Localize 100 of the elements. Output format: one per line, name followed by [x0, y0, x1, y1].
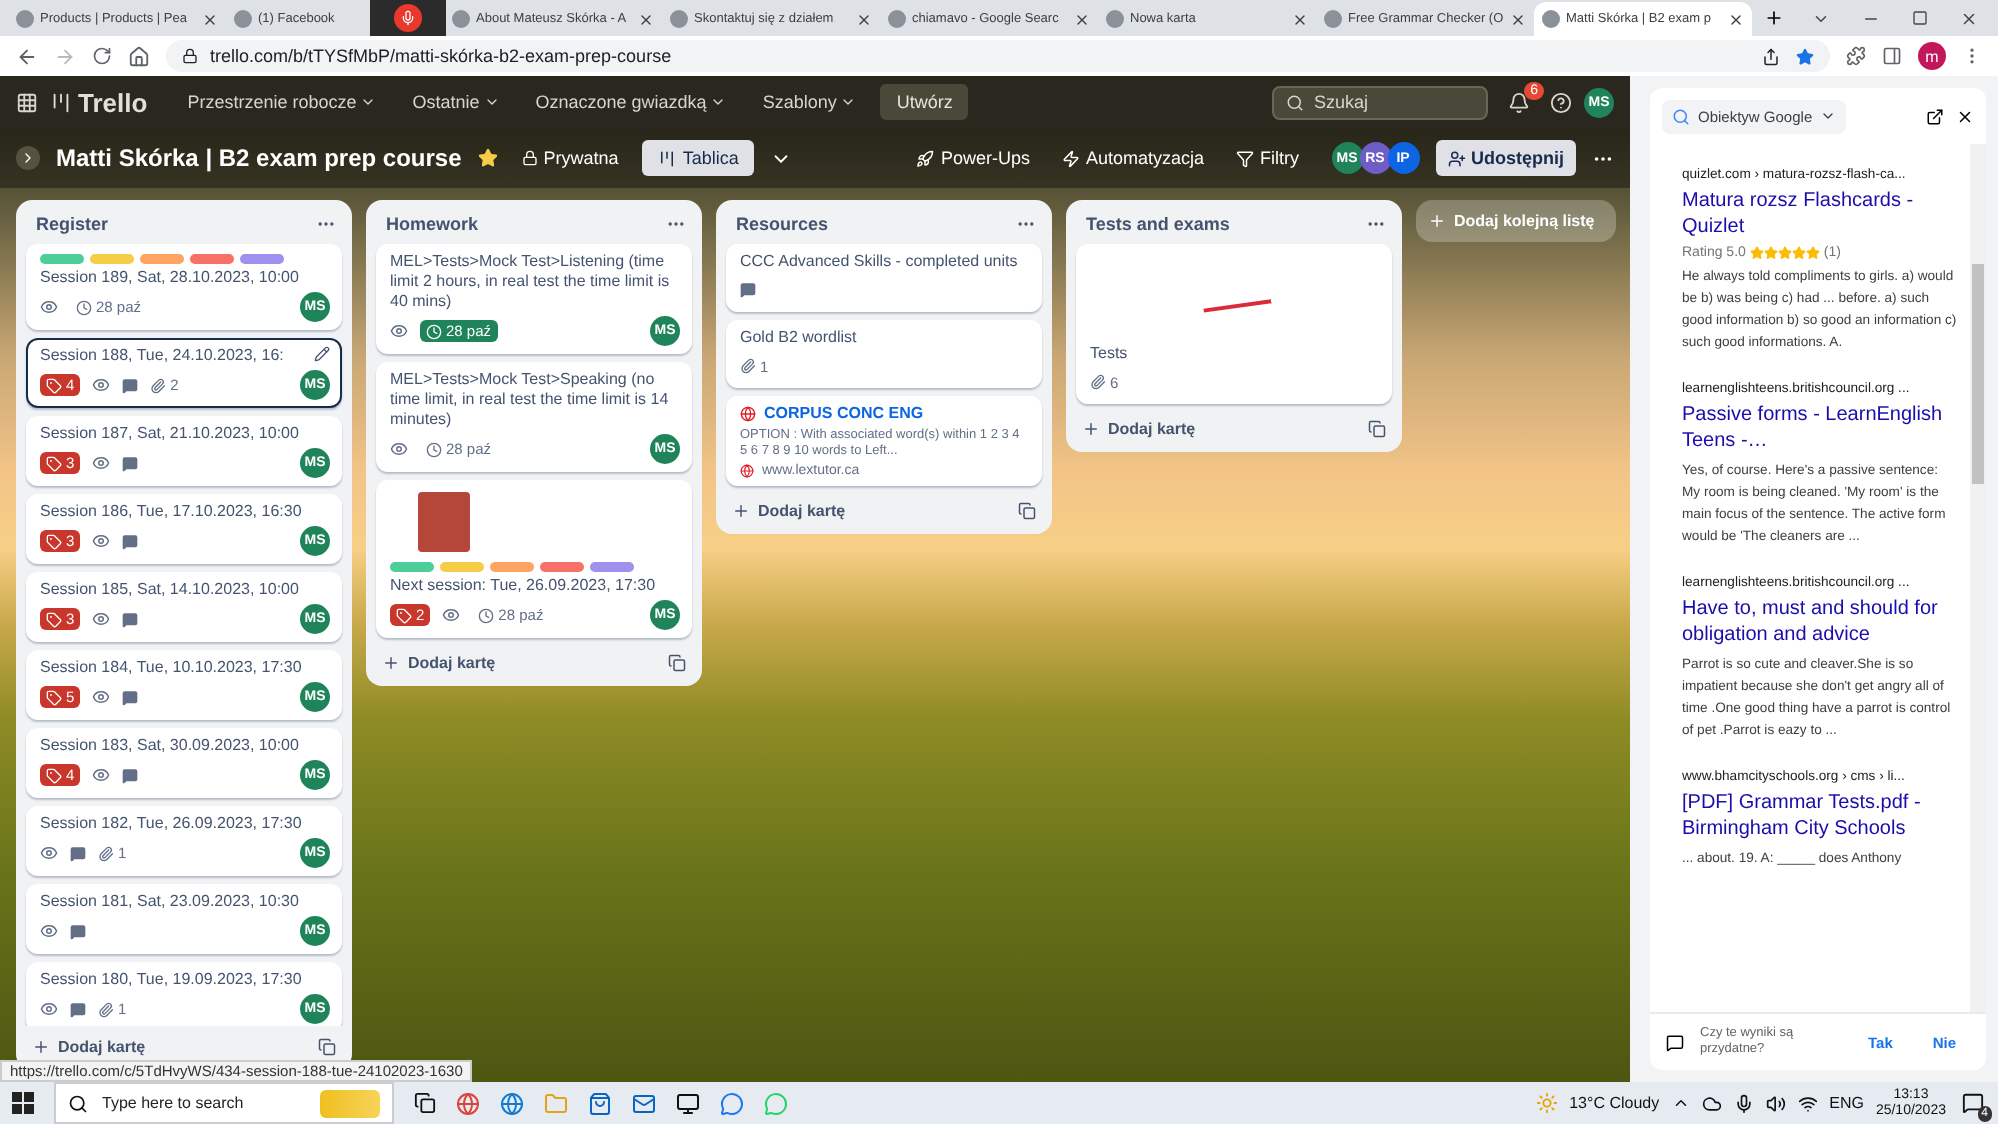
card-label[interactable]	[590, 562, 634, 572]
eye-icon	[92, 610, 111, 628]
back-icon[interactable]	[16, 45, 38, 67]
browser-icon[interactable]	[456, 1091, 480, 1115]
store-icon[interactable]	[588, 1091, 612, 1115]
nav-menu[interactable]: Szablony	[750, 86, 869, 118]
add-card-button[interactable]: Dodaj kartę	[32, 1038, 146, 1056]
monitor-icon[interactable]	[676, 1091, 700, 1115]
side-panel-icon[interactable]	[1882, 46, 1902, 66]
tag-icon	[46, 377, 62, 393]
plus-icon	[1082, 420, 1100, 438]
result-link[interactable]: [PDF] Grammar Tests.pdf - Birmingham City Schools	[1682, 790, 1958, 842]
eye-icon	[92, 766, 111, 784]
card-label[interactable]	[240, 254, 284, 264]
address-bar[interactable]: trello.com/b/tTYSfMbP/matti-skórka-b2-exam-prep-course	[166, 40, 1830, 72]
list-title[interactable]: Register	[36, 214, 109, 234]
list-title[interactable]: Tests and exams	[1086, 214, 1230, 234]
board-title[interactable]: Matti Skórka | B2 exam prep course	[56, 144, 462, 172]
result-link[interactable]: Matura rozsz Flashcards - Quizlet	[1682, 188, 1958, 240]
comment-icon	[122, 767, 139, 783]
eye-icon	[390, 322, 408, 340]
card-title: CCC Advanced Skills - completed units	[740, 252, 1018, 272]
site-icon	[234, 10, 252, 28]
cloud-icon[interactable]	[1701, 1093, 1722, 1113]
clock-icon	[478, 607, 495, 623]
chat-icon[interactable]	[720, 1091, 744, 1115]
paperclip-icon	[98, 1001, 114, 1017]
card-title: MEL>Tests>Mock Test>Speaking (no time limit, in real test the time limit is 14 minutes)	[390, 370, 671, 430]
board-action[interactable]: Automatyzacja	[1053, 142, 1212, 174]
add-card-button[interactable]: Dodaj kartę	[732, 502, 846, 520]
search-field[interactable]: Szukaj	[1272, 85, 1488, 119]
language-indicator[interactable]: ENG	[1829, 1094, 1864, 1112]
template-icon[interactable]	[1368, 420, 1386, 438]
caret-icon	[1820, 108, 1837, 124]
profile-avatar[interactable]: m	[1918, 42, 1946, 70]
share-button[interactable]: Udostępnij	[1435, 140, 1576, 176]
pencil-icon[interactable]	[314, 346, 330, 362]
home-icon[interactable]	[128, 45, 150, 67]
mail-icon[interactable]	[632, 1091, 656, 1115]
caret-icon	[360, 94, 377, 110]
board-action[interactable]: Filtry	[1228, 142, 1307, 174]
close-icon	[1728, 11, 1744, 27]
weather-icon	[1535, 1092, 1558, 1114]
microphone-icon[interactable]	[1733, 1093, 1754, 1113]
template-icon[interactable]	[668, 654, 686, 672]
close-icon[interactable]	[1956, 107, 1974, 125]
list-title[interactable]: Homework	[386, 214, 479, 234]
card[interactable]: CCC Advanced Skills - completed units	[726, 244, 1042, 312]
scrollbar[interactable]	[1970, 144, 1986, 1012]
nav-menu[interactable]: Oznaczone gwiazdką	[523, 86, 739, 118]
template-icon[interactable]	[1018, 502, 1036, 520]
browser-icon[interactable]	[500, 1091, 524, 1115]
nav-menu[interactable]: Przestrzenie robocze	[175, 86, 389, 118]
create-button[interactable]: Utwórz	[880, 84, 969, 120]
view-button[interactable]: Tablica	[642, 140, 755, 176]
bell-icon[interactable]	[1508, 91, 1530, 113]
caret-icon	[840, 94, 857, 110]
result-link[interactable]: Have to, must and should for obligation and advice	[1682, 596, 1958, 648]
paperclip-icon	[150, 377, 167, 393]
card-label[interactable]	[190, 254, 234, 264]
add-card-button[interactable]: Dodaj kartę	[382, 654, 496, 672]
start-icon[interactable]	[12, 1092, 34, 1114]
link-title[interactable]: CORPUS CONC ENG	[764, 404, 924, 424]
nav-menu[interactable]: Ostatnie	[400, 86, 512, 118]
new-tab-icon[interactable]	[1764, 8, 1784, 28]
reload-icon[interactable]	[92, 46, 112, 66]
close-icon[interactable]	[1960, 9, 1978, 27]
expand-icon[interactable]	[16, 146, 40, 170]
share-icon[interactable]	[1762, 47, 1780, 65]
task-view-icon[interactable]	[414, 1092, 436, 1114]
board-action[interactable]: Power-Ups	[908, 142, 1038, 174]
card-title: Session 184, Tue, 10.10.2023, 17:30	[40, 658, 302, 678]
eye-icon	[92, 454, 111, 472]
card-title: Session 186, Tue, 17.10.2023, 16:30	[40, 502, 302, 522]
logo-text[interactable]: Trello	[78, 87, 148, 117]
result-link[interactable]: Passive forms - LearnEnglish Teens -…	[1682, 402, 1958, 454]
close-icon	[202, 11, 218, 27]
paperclip-icon	[98, 845, 114, 861]
maximize-icon[interactable]	[1912, 9, 1928, 25]
microphone-icon[interactable]	[394, 4, 422, 32]
add-card-button[interactable]: Dodaj kartę	[1082, 420, 1196, 438]
card-label[interactable]	[540, 562, 584, 572]
caret-icon[interactable]	[1671, 1094, 1690, 1112]
visibility-button[interactable]: Prywatna	[513, 142, 627, 174]
open-external-icon[interactable]	[1926, 107, 1944, 125]
star-icon[interactable]	[1796, 47, 1814, 65]
site-icon	[888, 10, 906, 28]
weather-text[interactable]: 13°C Cloudy	[1569, 1094, 1660, 1112]
comment-icon	[70, 845, 86, 861]
filter-icon	[1236, 149, 1254, 167]
puzzle-icon[interactable]	[1846, 46, 1866, 66]
template-icon[interactable]	[318, 1038, 336, 1056]
search-input[interactable]: Szukaj	[1310, 90, 1470, 114]
apps-grid-icon[interactable]	[16, 91, 38, 113]
notification-icon[interactable]	[1961, 1092, 1983, 1114]
help-icon[interactable]	[1550, 91, 1572, 113]
taskbar-search-field[interactable]: Type here to search	[54, 1082, 394, 1124]
network-icon[interactable]	[1797, 1093, 1818, 1113]
speaker-icon[interactable]	[1765, 1093, 1786, 1113]
list-title[interactable]: Resources	[736, 214, 829, 234]
